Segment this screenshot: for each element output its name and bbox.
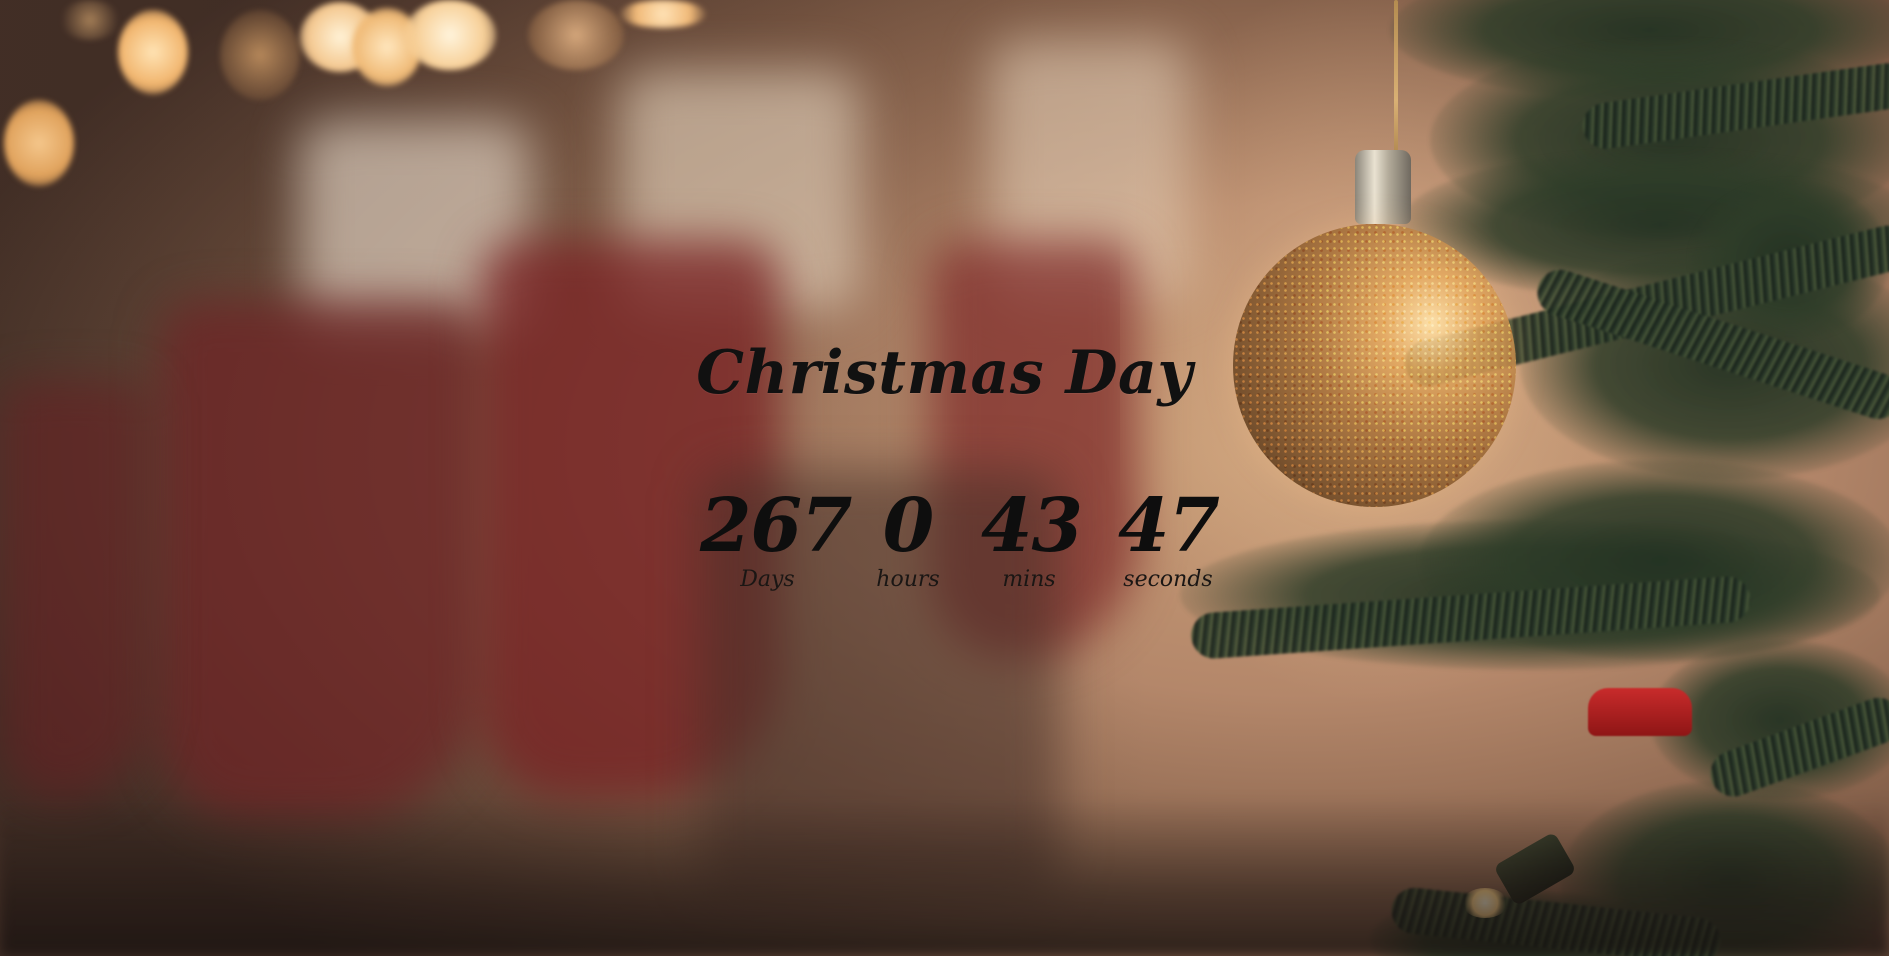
mins-label: mins: [1002, 567, 1056, 592]
countdown-seconds: 47 seconds: [1118, 483, 1220, 594]
hours-value: 0: [882, 483, 935, 569]
countdown-days: 267 Days: [700, 483, 852, 594]
seconds-label: seconds: [1123, 567, 1213, 592]
days-value: 267: [700, 483, 852, 569]
countdown-hours: 0 hours: [860, 486, 956, 594]
countdown-overlay: Christmas Day 267 Days 0 hours 43 mins 4…: [0, 0, 1889, 956]
event-title: Christmas Day: [696, 338, 1193, 408]
countdown-page: Christmas Day 267 Days 0 hours 43 mins 4…: [0, 0, 1889, 956]
mins-value: 43: [981, 483, 1083, 569]
days-label: Days: [740, 567, 795, 592]
countdown-mins: 43 mins: [981, 483, 1083, 594]
hours-label: hours: [876, 567, 940, 592]
seconds-value: 47: [1118, 483, 1220, 569]
